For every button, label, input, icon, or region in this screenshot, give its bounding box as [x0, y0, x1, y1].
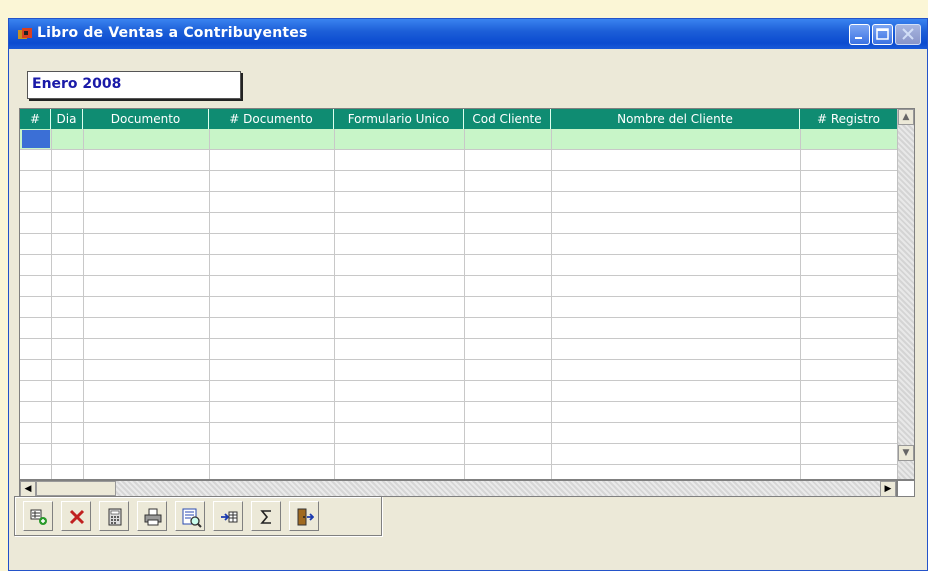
sum-icon: [260, 510, 271, 524]
grid-column-line: [83, 129, 84, 479]
calculator-icon: [108, 508, 122, 526]
grid-row-line: [20, 401, 898, 402]
grid-column-line: [551, 129, 552, 479]
col-header-documento[interactable]: Documento: [83, 109, 209, 129]
selected-row[interactable]: [20, 129, 898, 149]
add-record-icon: [30, 509, 47, 525]
print-icon: [144, 508, 162, 526]
col-header-numero-documento[interactable]: # Documento: [209, 109, 334, 129]
add-record-button[interactable]: [23, 501, 53, 531]
print-preview-icon: [182, 508, 202, 528]
app-icon: [18, 28, 32, 39]
scroll-up-button[interactable]: ▲: [898, 109, 914, 125]
col-header-row-number[interactable]: #: [20, 109, 51, 129]
grid-row-line: [20, 443, 898, 444]
delete-button[interactable]: [61, 501, 91, 531]
col-header-formulario-unico[interactable]: Formulario Unico: [334, 109, 464, 129]
grid-column-line: [464, 129, 465, 479]
horizontal-scrollbar[interactable]: ◀ ▶: [19, 480, 897, 497]
grid-column-line: [51, 129, 52, 479]
print-preview-button[interactable]: [175, 501, 205, 531]
grid-row-line: [20, 149, 898, 150]
row-indicator: [22, 130, 50, 148]
grid-row-line: [20, 233, 898, 234]
grid-column-line: [334, 129, 335, 479]
grid-row-line: [20, 296, 898, 297]
minimize-icon: [855, 37, 862, 39]
maximize-icon: [876, 28, 889, 40]
print-button[interactable]: [137, 501, 167, 531]
col-header-cod-cliente[interactable]: Cod Cliente: [464, 109, 551, 129]
grid-row-line: [20, 254, 898, 255]
grid-row-line: [20, 464, 898, 465]
grid-row-line: [20, 359, 898, 360]
grid-row-line: [20, 191, 898, 192]
grid-row-line: [20, 212, 898, 213]
scroll-corner: [897, 480, 915, 497]
grid-row-line: [20, 422, 898, 423]
grid-row-line: [20, 338, 898, 339]
close-button[interactable]: [895, 24, 921, 45]
scroll-down-button[interactable]: ▼: [898, 445, 914, 461]
sales-grid[interactable]: # Dia Documento # Documento Formulario U…: [19, 108, 915, 480]
calculator-button[interactable]: [99, 501, 129, 531]
delete-icon: [69, 509, 85, 525]
grid-column-line: [209, 129, 210, 479]
grid-row-line: [20, 317, 898, 318]
horizontal-scroll-thumb[interactable]: [36, 481, 116, 496]
scroll-left-button[interactable]: ◀: [20, 481, 36, 497]
grid-row-line: [20, 380, 898, 381]
close-icon: [902, 28, 914, 40]
period-field: Enero 2008: [27, 71, 241, 99]
sum-button[interactable]: [251, 501, 281, 531]
scroll-right-button[interactable]: ▶: [880, 481, 896, 497]
grid-row-line: [20, 275, 898, 276]
exit-button[interactable]: [289, 501, 319, 531]
minimize-button[interactable]: [849, 24, 870, 45]
maximize-button[interactable]: [872, 24, 893, 45]
grid-header: # Dia Documento # Documento Formulario U…: [20, 109, 914, 129]
grid-column-line: [800, 129, 801, 479]
grid-row-line: [20, 170, 898, 171]
import-icon: [221, 511, 238, 523]
window-title: Libro de Ventas a Contribuyentes: [37, 25, 308, 41]
vertical-scrollbar[interactable]: ▲ ▼: [897, 109, 914, 479]
col-header-dia[interactable]: Dia: [51, 109, 83, 129]
col-header-nombre-cliente[interactable]: Nombre del Cliente: [551, 109, 800, 129]
col-header-numero-registro[interactable]: # Registro: [800, 109, 898, 129]
title-bar[interactable]: Libro de Ventas a Contribuyentes: [9, 19, 927, 49]
import-button[interactable]: [213, 501, 243, 531]
action-toolbar: [14, 496, 382, 536]
period-value: Enero 2008: [32, 76, 122, 92]
exit-icon: [297, 508, 314, 526]
